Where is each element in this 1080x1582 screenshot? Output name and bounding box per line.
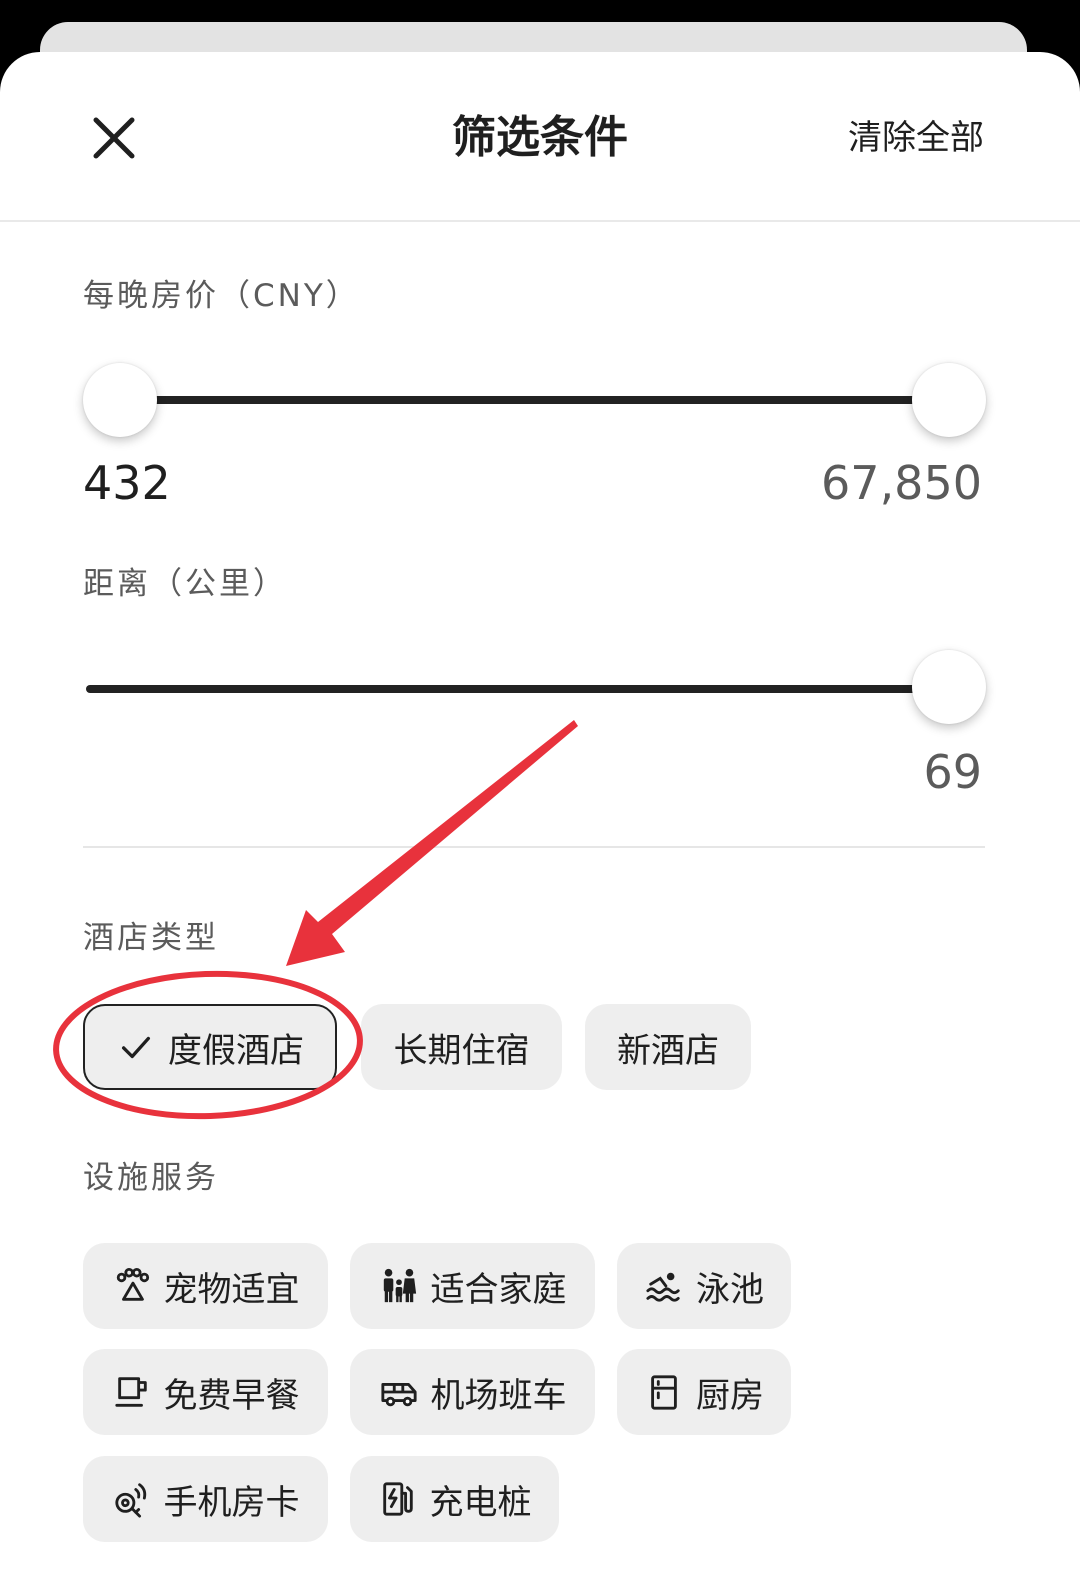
filter-sheet: 筛选条件 清除全部 每晚房价（CNY） 432 67,850 距离（公里） 69… [0,52,1080,1582]
chip-label: 免费早餐 [163,1375,300,1416]
distance-slider-track[interactable] [86,685,956,693]
price-label: 每晚房价（CNY） [83,278,360,314]
chip-label: 机场班车 [430,1375,567,1416]
price-max-value: 67,850 [821,456,982,510]
chip-pool[interactable]: 泳池 [617,1243,791,1329]
chip-label: 充电桩 [429,1482,532,1523]
phone-key-icon [112,1479,152,1519]
chip-resort-hotel[interactable]: 度假酒店 [83,1004,337,1090]
distance-thumb[interactable] [912,650,986,724]
hotel-type-label: 酒店类型 [83,920,219,956]
price-min-thumb[interactable] [83,363,157,437]
section-divider [83,846,985,848]
chip-free-breakfast[interactable]: 免费早餐 [83,1349,328,1435]
chip-airport-shuttle[interactable]: 机场班车 [350,1349,595,1435]
chip-label: 宠物适宜 [163,1269,300,1310]
chip-family-friendly[interactable]: 适合家庭 [350,1243,595,1329]
distance-label: 距离（公里） [83,566,287,602]
pool-icon [644,1266,684,1306]
checkmark-icon [116,1027,156,1067]
distance-value: 69 [923,745,982,799]
fridge-icon [644,1372,684,1412]
amenities-label: 设施服务 [83,1160,219,1196]
price-min-value: 432 [83,456,171,510]
clear-all-button[interactable]: 清除全部 [848,114,984,162]
price-max-thumb[interactable] [912,363,986,437]
ev-charger-icon [378,1479,418,1519]
chip-pet-friendly[interactable]: 宠物适宜 [83,1243,328,1329]
chip-label: 新酒店 [617,1030,719,1071]
chip-label: 适合家庭 [430,1269,567,1310]
chip-label: 厨房 [696,1375,764,1416]
price-slider-track[interactable] [86,396,956,404]
paw-icon [112,1266,152,1306]
chip-label: 长期住宿 [393,1030,530,1071]
chip-new-hotel[interactable]: 新酒店 [585,1004,751,1090]
chip-kitchen[interactable]: 厨房 [617,1349,791,1435]
coffee-cup-icon [112,1372,152,1412]
family-icon [379,1266,419,1306]
chip-label: 手机房卡 [163,1482,300,1523]
chip-ev-charger[interactable]: 充电桩 [350,1456,559,1542]
sheet-header: 筛选条件 清除全部 [0,52,1080,222]
chip-label: 泳池 [696,1269,764,1310]
shuttle-bus-icon [379,1372,419,1412]
chip-label: 度假酒店 [168,1030,304,1071]
chip-long-stay[interactable]: 长期住宿 [361,1004,562,1090]
chip-mobile-key[interactable]: 手机房卡 [83,1456,328,1542]
